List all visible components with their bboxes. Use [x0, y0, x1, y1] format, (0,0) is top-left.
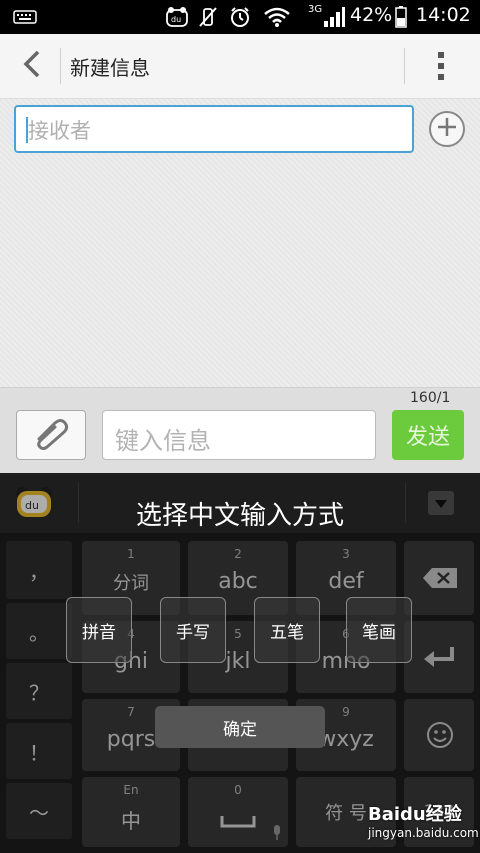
attach-button[interactable]: [16, 410, 86, 460]
ime-keyboard: du ， 。 ？ ！ ～ 1 分词 2 abc 3 def 4 ghi 5: [0, 473, 480, 853]
option-wubi[interactable]: 五笔: [254, 597, 320, 663]
baidu-input-icon: du: [164, 6, 190, 28]
chevron-left-icon: [22, 50, 42, 82]
dialog-title: 选择中文输入方式: [135, 501, 344, 531]
divider: [404, 48, 405, 84]
plus-icon: [436, 116, 458, 142]
message-input[interactable]: 键入信息: [102, 410, 376, 460]
message-placeholder: 键入信息: [115, 427, 211, 455]
alarm-icon: [228, 6, 252, 28]
app-bar: 新建信息: [0, 34, 480, 99]
divider: [60, 48, 61, 84]
clock: 14:02: [416, 4, 471, 26]
confirm-button[interactable]: 确定: [155, 706, 325, 748]
page-title: 新建信息: [70, 56, 150, 80]
char-counter: 160/1: [410, 390, 451, 406]
keyboard-icon: [12, 6, 38, 28]
signal-icon: [322, 6, 346, 28]
status-bar: du 3G 42% 14:02: [0, 0, 480, 34]
dot-icon: [438, 52, 444, 58]
watermark-url: jingyan.baidu.com: [368, 826, 479, 840]
input-method-dialog: 选择中文输入方式 拼音 手写 五笔 笔画 确定: [0, 473, 480, 853]
message-area: 接收者: [0, 99, 480, 387]
send-button[interactable]: 发送: [392, 410, 464, 460]
watermark-logo: Baidu经验: [368, 804, 462, 825]
compose-bar: 160/1 键入信息 发送: [0, 387, 480, 474]
overflow-menu-button[interactable]: [426, 48, 456, 84]
battery-percent: 42%: [350, 4, 393, 26]
option-pinyin[interactable]: 拼音: [66, 597, 132, 663]
dot-icon: [438, 74, 444, 80]
back-button[interactable]: [14, 48, 50, 84]
svg-text:du: du: [171, 15, 181, 24]
network-type: 3G: [308, 4, 323, 15]
paperclip-icon: [31, 415, 71, 455]
battery-icon: [394, 6, 408, 28]
wifi-icon: [262, 6, 292, 28]
recipient-input[interactable]: 接收者: [14, 105, 414, 153]
option-stroke[interactable]: 笔画: [346, 597, 412, 663]
recipient-placeholder: 接收者: [28, 119, 91, 143]
mute-vibrate-icon: [196, 6, 220, 28]
add-contact-button[interactable]: [429, 111, 465, 147]
watermark: Baidu经验 jingyan.baidu.com: [368, 800, 479, 840]
option-handwriting[interactable]: 手写: [160, 597, 226, 663]
dot-icon: [438, 63, 444, 69]
